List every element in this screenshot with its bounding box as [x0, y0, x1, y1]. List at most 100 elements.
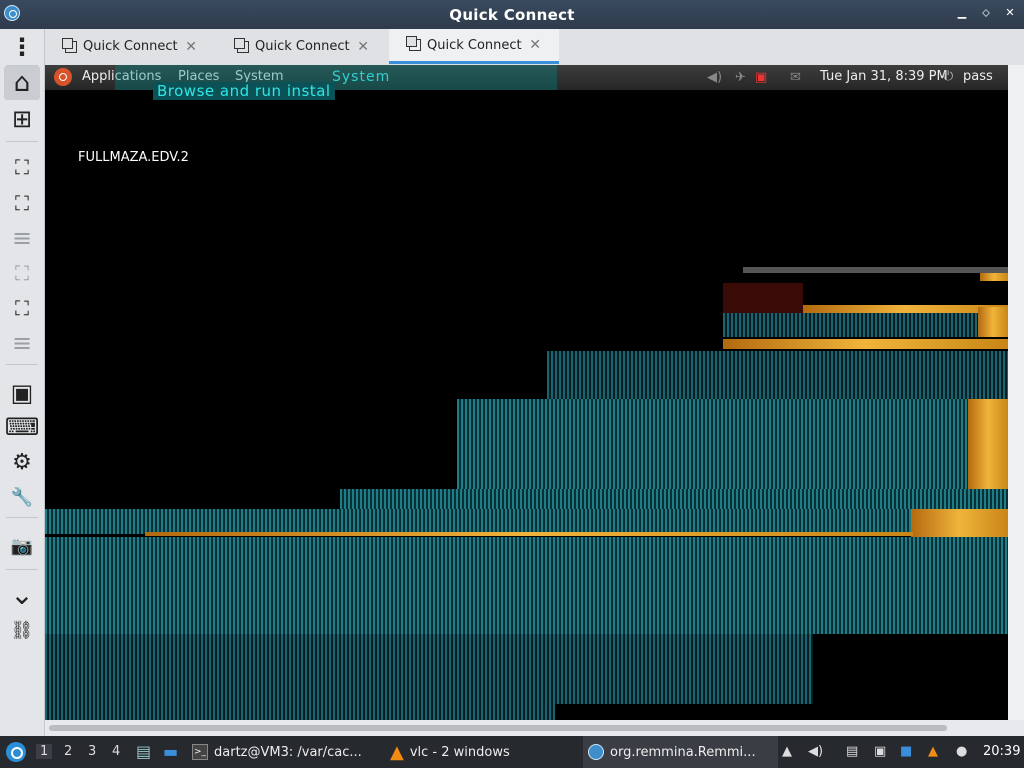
window-controls: ▁ ⬦ ✕ — [956, 6, 1016, 20]
minimize-window-button[interactable]: ▁ — [956, 6, 968, 20]
dynamic-resolution-button[interactable]: ⛶ — [8, 294, 36, 322]
artifact-aurora — [457, 399, 968, 489]
tab-quick-connect-2[interactable]: Quick Connect ✕ — [217, 29, 387, 64]
connection-tab-bar: Quick Connect ✕ Quick Connect ✕ Quick Co… — [45, 29, 1024, 66]
system-taskbar: 1 2 3 4 ▤ ▬ >_ dartz@VM3: /var/cac... ▲ … — [0, 736, 1024, 768]
artifact-line — [145, 532, 913, 536]
window-icon — [406, 36, 421, 51]
vertical-scrollbar[interactable] — [1008, 65, 1024, 720]
task-terminal[interactable]: >_ dartz@VM3: /var/cac... — [192, 736, 382, 768]
workspace-2[interactable]: 2 — [64, 744, 72, 759]
glitch-browse-text: Browse and run instal — [153, 82, 335, 100]
title-bar: Quick Connect ▁ ⬦ ✕ — [0, 0, 1024, 29]
workspace-4[interactable]: 4 — [112, 744, 120, 759]
toolbar-menu-button-1[interactable]: ≡ — [8, 224, 36, 252]
gears-icon: ⚙ — [12, 449, 32, 475]
keyboard-grab-button[interactable]: ⌨ — [5, 413, 40, 441]
home-icon: ⌂ — [13, 68, 31, 98]
remote-clock: Tue Jan 31, 8:39 PM — [820, 69, 948, 84]
close-tab-icon[interactable]: ✕ — [185, 39, 197, 55]
switch-tab-button[interactable]: ▣ — [8, 379, 36, 407]
camera-icon: 📷 — [10, 535, 34, 557]
network-icon: ✈ — [735, 70, 746, 85]
tray-scroll-icon[interactable]: ▲ — [782, 744, 792, 759]
tab-label: Quick Connect — [255, 39, 350, 54]
remote-desktop-view[interactable]: Applications Places System System ◀) ✈ ▣… — [45, 65, 1008, 720]
artifact-gold — [978, 307, 1008, 337]
kebab-menu-icon: ⋮ — [10, 33, 34, 61]
ubuntu-logo-icon — [54, 68, 72, 86]
mail-icon: ✉ — [790, 70, 801, 85]
power-icon[interactable]: ⏻ — [943, 69, 953, 84]
vlc-tray-icon[interactable]: ▲ — [928, 744, 938, 759]
glitch-system-text: System — [332, 69, 391, 85]
close-tab-icon[interactable]: ✕ — [357, 39, 369, 55]
chevron-down-icon: ⌄ — [10, 577, 34, 611]
fit-window-button[interactable]: ⛶ — [8, 153, 36, 181]
record-tray-icon[interactable]: ● — [956, 744, 967, 759]
tab-label: Quick Connect — [83, 39, 178, 54]
volume-icon: ◀) — [707, 70, 723, 85]
show-desktop-icon[interactable]: ▬ — [163, 742, 178, 761]
artifact-aurora — [340, 489, 1008, 509]
artifact-gold — [723, 339, 1008, 349]
fullscreen-button[interactable]: ⛶ — [8, 189, 36, 217]
close-tab-icon[interactable]: ✕ — [529, 37, 541, 53]
preferences-button[interactable]: ⚙ — [8, 448, 36, 476]
horizontal-scrollbar[interactable] — [45, 720, 1024, 736]
dynamic-resolution-icon: ⛶ — [15, 296, 29, 320]
clipboard-tray-icon[interactable]: ▤ — [846, 744, 858, 759]
taskbar-clock: 20:39 — [983, 744, 1021, 759]
remote-username[interactable]: pass — [963, 69, 993, 84]
horizontal-scroll-thumb[interactable] — [49, 725, 947, 731]
artifact-red — [723, 283, 803, 313]
task-label: dartz@VM3: /var/cac... — [214, 744, 362, 760]
close-window-button[interactable]: ✕ — [1004, 6, 1016, 20]
duplicate-connection-button[interactable]: ⊞ — [8, 105, 36, 133]
artifact-gold — [968, 399, 1008, 489]
display-icon: ▣ — [755, 70, 768, 85]
toolbar-separator — [6, 141, 38, 142]
artifact-aurora — [45, 509, 913, 534]
artifact-aurora — [723, 313, 978, 337]
switch-tab-icon: ▣ — [10, 379, 34, 407]
workspace-1[interactable]: 1 — [36, 744, 53, 759]
fullscreen-icon: ⛶ — [15, 191, 29, 215]
kebab-menu-button[interactable]: ⋮ — [8, 33, 36, 61]
artifact-line — [743, 267, 1008, 273]
desktop-label[interactable]: FULLMAZA.EDV.2 — [78, 150, 189, 165]
disconnect-button[interactable]: ⛓ — [8, 616, 36, 644]
workspace-3[interactable]: 3 — [88, 744, 96, 759]
volume-tray-icon[interactable]: ◀) — [808, 744, 823, 759]
terminal-icon: >_ — [192, 744, 208, 760]
artifact-gold — [980, 273, 1008, 281]
disconnect-icon: ⛓ — [10, 619, 34, 641]
new-connection-icon: ⊞ — [11, 105, 33, 133]
list-icon: ≡ — [11, 224, 33, 252]
remmina-toolbar: ⋮ ⌂ ⊞ ⛶ ⛶ ≡ ⛶ ⛶ ≡ ▣ ⌨ ⚙ 🔧 📷 ⌄ ⛓ — [0, 29, 45, 740]
task-vlc[interactable]: ▲ vlc - 2 windows — [390, 736, 575, 768]
scale-icon: ⛶ — [15, 261, 29, 285]
task-label: org.remmina.Remmi... — [610, 744, 756, 760]
home-button[interactable]: ⌂ — [4, 66, 40, 100]
updates-tray-icon[interactable]: ■ — [900, 744, 912, 759]
window-icon — [234, 37, 249, 53]
task-remmina[interactable]: org.remmina.Remmi... — [583, 736, 778, 768]
tab-quick-connect-1[interactable]: Quick Connect ✕ — [45, 29, 215, 64]
tab-quick-connect-3[interactable]: Quick Connect ✕ — [389, 29, 559, 64]
list-icon: ≡ — [11, 329, 33, 357]
file-manager-icon[interactable]: ▤ — [136, 742, 151, 761]
tools-button[interactable]: 🔧 — [8, 483, 36, 511]
vlc-icon: ▲ — [390, 741, 404, 763]
network-tray-icon[interactable]: ▣ — [874, 744, 886, 759]
window-title: Quick Connect — [449, 6, 575, 24]
toolbar-menu-button-2[interactable]: ≡ — [8, 329, 36, 357]
maximize-window-button[interactable]: ⬦ — [980, 6, 992, 20]
artifact-aurora — [45, 537, 1008, 634]
screenshot-button[interactable]: 📷 — [8, 532, 36, 560]
window-icon — [62, 37, 77, 53]
artifact-aurora — [45, 634, 813, 704]
start-menu-icon[interactable] — [6, 742, 26, 762]
scale-button[interactable]: ⛶ — [8, 259, 36, 287]
minimize-button[interactable]: ⌄ — [8, 577, 36, 611]
